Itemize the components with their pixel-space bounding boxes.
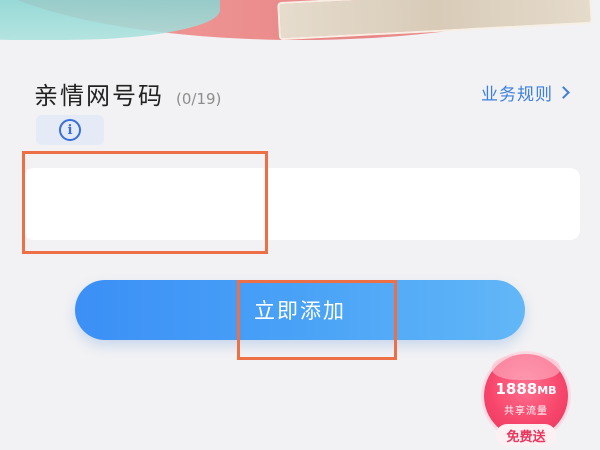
chevron-right-icon [557, 86, 570, 99]
promo-amount: 1888MB [484, 380, 568, 398]
business-rules-label: 业务规则 [481, 85, 553, 105]
phone-number-field[interactable] [24, 168, 580, 240]
banner-photo [277, 0, 593, 40]
member-count: (0/19) [176, 90, 222, 108]
promo-ribbon: 免费送 [496, 424, 556, 446]
info-icon: i [59, 119, 81, 141]
info-button[interactable]: i [36, 115, 104, 145]
phone-number-input[interactable] [24, 168, 580, 240]
promo-wave [492, 354, 560, 380]
promo-subtitle: 共享流量 [504, 406, 548, 417]
top-banner [0, 0, 600, 40]
free-data-promo-badge[interactable]: 1888MB 共享流量 免费送 [484, 342, 568, 450]
add-now-button[interactable]: 立即添加 [75, 280, 525, 340]
promo-amount-unit: MB [537, 384, 557, 397]
section-header: 亲情网号码 (0/19) [34, 76, 221, 111]
section-title: 亲情网号码 [34, 82, 164, 110]
business-rules-link[interactable]: 业务规则 [481, 80, 570, 105]
promo-amount-value: 1888 [495, 380, 538, 398]
add-now-label: 立即添加 [254, 299, 346, 323]
